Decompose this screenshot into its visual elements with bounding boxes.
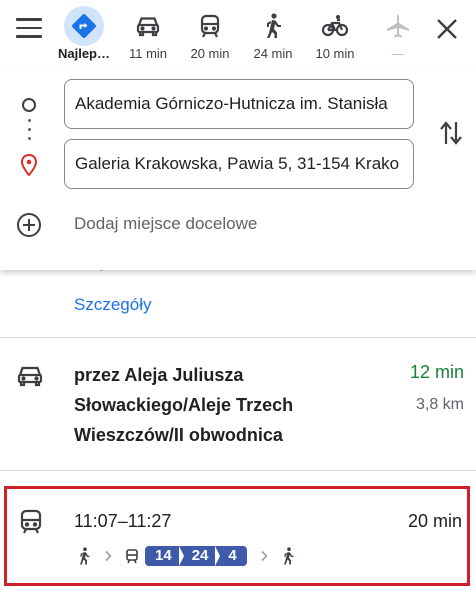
chevron-right-icon xyxy=(105,550,112,562)
mode-label: 11 min xyxy=(128,46,168,61)
close-icon[interactable] xyxy=(434,16,460,42)
menu-icon[interactable] xyxy=(16,18,42,40)
plane-icon xyxy=(378,6,418,46)
transit-duration: 20 min xyxy=(407,511,462,531)
walk-icon xyxy=(253,6,293,46)
travel-mode-bar: Najlep… 11 min 20 min 24 min 10 min — xyxy=(0,0,476,70)
car-icon xyxy=(128,6,168,46)
bike-icon xyxy=(315,6,355,46)
origin-input[interactable]: Akademia Górniczo-Hutnicza im. Stanisła xyxy=(64,79,414,129)
line-badge: 14 xyxy=(155,547,172,564)
mode-best-route[interactable]: Najlep… xyxy=(54,6,114,61)
car-route-name[interactable]: przez Aleja Juliusza Słowackiego/Aleje T… xyxy=(74,360,364,450)
mode-transit[interactable]: 20 min xyxy=(180,6,240,61)
mode-bike[interactable]: 10 min xyxy=(305,6,365,61)
destination-input[interactable]: Galeria Krakowska, Pawia 5, 31-154 Krako xyxy=(64,139,414,189)
transit-steps: 14 24 4 xyxy=(77,545,295,567)
origin-dot-icon xyxy=(22,98,36,112)
mode-label: Najlep… xyxy=(57,46,110,61)
swap-icon[interactable] xyxy=(438,118,464,148)
line-badge: 4 xyxy=(215,546,246,566)
mode-car[interactable]: 11 min xyxy=(118,6,178,61)
mode-label: 10 min xyxy=(315,46,355,61)
tram-icon xyxy=(126,549,138,564)
walk-icon xyxy=(283,547,294,565)
transit-time-range: 11:07–11:27 xyxy=(74,511,172,531)
route-dots-icon xyxy=(28,119,31,146)
transit-line-badges: 14 24 4 xyxy=(145,546,247,566)
best-route-icon xyxy=(64,6,104,46)
train-icon xyxy=(190,6,230,46)
destination-pin-icon xyxy=(20,153,38,177)
train-icon xyxy=(19,509,43,535)
details-link[interactable]: Szczegóły xyxy=(74,295,151,315)
route-panel: Akademia Górniczo-Hutnicza im. Stanisła … xyxy=(0,70,476,270)
mode-label: — xyxy=(391,46,405,61)
chevron-right-icon xyxy=(261,550,268,562)
transit-route-card[interactable]: 11:07–11:27 20 min 14 24 4 xyxy=(4,486,470,586)
divider xyxy=(0,470,476,471)
add-stop-label[interactable]: Dodaj miejsce docelowe xyxy=(74,214,257,234)
mode-walk[interactable]: 24 min xyxy=(243,6,303,61)
car-route-distance: 3,8 km xyxy=(415,396,464,413)
divider xyxy=(0,337,476,338)
walk-icon xyxy=(80,547,90,565)
car-route-duration: 12 min xyxy=(409,362,464,382)
mode-label: 24 min xyxy=(253,46,293,61)
line-badge: 24 xyxy=(178,546,219,566)
add-stop-icon[interactable] xyxy=(16,212,42,238)
mode-flight[interactable]: — xyxy=(368,6,428,61)
mode-label: 20 min xyxy=(190,46,230,61)
car-icon xyxy=(16,364,44,388)
